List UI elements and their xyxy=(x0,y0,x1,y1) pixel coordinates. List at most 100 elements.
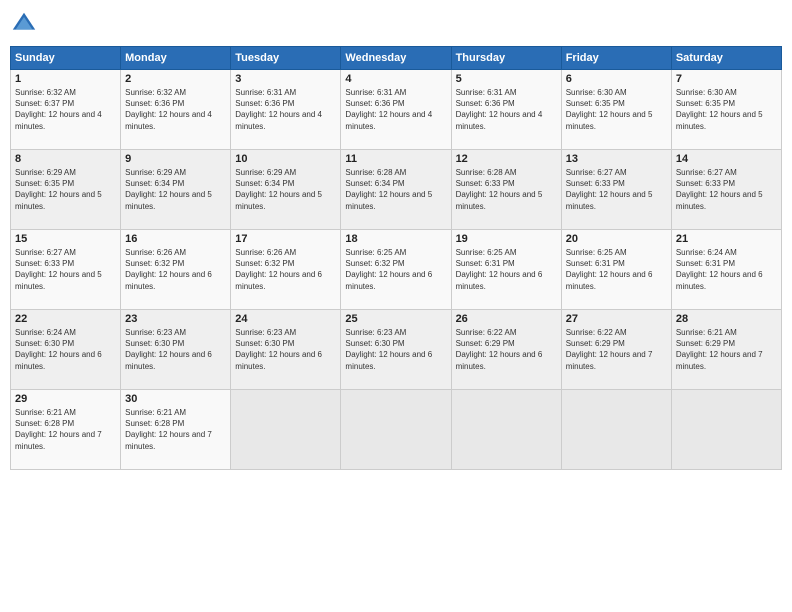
calendar-cell: 14 Sunrise: 6:27 AM Sunset: 6:33 PM Dayl… xyxy=(671,150,781,230)
header-thursday: Thursday xyxy=(451,47,561,70)
day-number: 17 xyxy=(235,233,336,245)
day-number: 27 xyxy=(566,313,667,325)
day-number: 24 xyxy=(235,313,336,325)
day-info: Sunrise: 6:29 AM Sunset: 6:35 PM Dayligh… xyxy=(15,167,116,212)
day-number: 8 xyxy=(15,153,116,165)
calendar-cell xyxy=(561,390,671,470)
calendar-cell: 24 Sunrise: 6:23 AM Sunset: 6:30 PM Dayl… xyxy=(231,310,341,390)
day-number: 15 xyxy=(15,233,116,245)
calendar-cell: 1 Sunrise: 6:32 AM Sunset: 6:37 PM Dayli… xyxy=(11,70,121,150)
calendar-cell: 2 Sunrise: 6:32 AM Sunset: 6:36 PM Dayli… xyxy=(121,70,231,150)
calendar-cell: 30 Sunrise: 6:21 AM Sunset: 6:28 PM Dayl… xyxy=(121,390,231,470)
calendar-cell xyxy=(231,390,341,470)
day-number: 18 xyxy=(345,233,446,245)
day-info: Sunrise: 6:26 AM Sunset: 6:32 PM Dayligh… xyxy=(125,247,226,292)
day-info: Sunrise: 6:23 AM Sunset: 6:30 PM Dayligh… xyxy=(235,327,336,372)
calendar-cell: 19 Sunrise: 6:25 AM Sunset: 6:31 PM Dayl… xyxy=(451,230,561,310)
day-info: Sunrise: 6:23 AM Sunset: 6:30 PM Dayligh… xyxy=(345,327,446,372)
day-info: Sunrise: 6:25 AM Sunset: 6:32 PM Dayligh… xyxy=(345,247,446,292)
day-number: 11 xyxy=(345,153,446,165)
day-number: 2 xyxy=(125,73,226,85)
day-info: Sunrise: 6:31 AM Sunset: 6:36 PM Dayligh… xyxy=(345,87,446,132)
day-info: Sunrise: 6:21 AM Sunset: 6:29 PM Dayligh… xyxy=(676,327,777,372)
calendar-cell: 29 Sunrise: 6:21 AM Sunset: 6:28 PM Dayl… xyxy=(11,390,121,470)
day-number: 9 xyxy=(125,153,226,165)
day-number: 26 xyxy=(456,313,557,325)
day-info: Sunrise: 6:29 AM Sunset: 6:34 PM Dayligh… xyxy=(235,167,336,212)
calendar-cell xyxy=(341,390,451,470)
day-info: Sunrise: 6:25 AM Sunset: 6:31 PM Dayligh… xyxy=(456,247,557,292)
day-info: Sunrise: 6:25 AM Sunset: 6:31 PM Dayligh… xyxy=(566,247,667,292)
day-number: 4 xyxy=(345,73,446,85)
day-info: Sunrise: 6:31 AM Sunset: 6:36 PM Dayligh… xyxy=(456,87,557,132)
header-sunday: Sunday xyxy=(11,47,121,70)
calendar-cell: 27 Sunrise: 6:22 AM Sunset: 6:29 PM Dayl… xyxy=(561,310,671,390)
calendar-cell: 13 Sunrise: 6:27 AM Sunset: 6:33 PM Dayl… xyxy=(561,150,671,230)
calendar-cell: 7 Sunrise: 6:30 AM Sunset: 6:35 PM Dayli… xyxy=(671,70,781,150)
calendar-cell: 4 Sunrise: 6:31 AM Sunset: 6:36 PM Dayli… xyxy=(341,70,451,150)
day-info: Sunrise: 6:24 AM Sunset: 6:30 PM Dayligh… xyxy=(15,327,116,372)
day-info: Sunrise: 6:28 AM Sunset: 6:34 PM Dayligh… xyxy=(345,167,446,212)
calendar-cell: 26 Sunrise: 6:22 AM Sunset: 6:29 PM Dayl… xyxy=(451,310,561,390)
day-info: Sunrise: 6:32 AM Sunset: 6:37 PM Dayligh… xyxy=(15,87,116,132)
calendar-cell: 15 Sunrise: 6:27 AM Sunset: 6:33 PM Dayl… xyxy=(11,230,121,310)
day-info: Sunrise: 6:27 AM Sunset: 6:33 PM Dayligh… xyxy=(676,167,777,212)
day-info: Sunrise: 6:27 AM Sunset: 6:33 PM Dayligh… xyxy=(566,167,667,212)
day-info: Sunrise: 6:30 AM Sunset: 6:35 PM Dayligh… xyxy=(676,87,777,132)
calendar-cell: 21 Sunrise: 6:24 AM Sunset: 6:31 PM Dayl… xyxy=(671,230,781,310)
calendar-cell: 8 Sunrise: 6:29 AM Sunset: 6:35 PM Dayli… xyxy=(11,150,121,230)
day-number: 20 xyxy=(566,233,667,245)
day-info: Sunrise: 6:29 AM Sunset: 6:34 PM Dayligh… xyxy=(125,167,226,212)
calendar-cell: 6 Sunrise: 6:30 AM Sunset: 6:35 PM Dayli… xyxy=(561,70,671,150)
week-row-1: 1 Sunrise: 6:32 AM Sunset: 6:37 PM Dayli… xyxy=(11,70,782,150)
week-row-4: 22 Sunrise: 6:24 AM Sunset: 6:30 PM Dayl… xyxy=(11,310,782,390)
calendar-cell: 17 Sunrise: 6:26 AM Sunset: 6:32 PM Dayl… xyxy=(231,230,341,310)
day-info: Sunrise: 6:23 AM Sunset: 6:30 PM Dayligh… xyxy=(125,327,226,372)
calendar-cell: 20 Sunrise: 6:25 AM Sunset: 6:31 PM Dayl… xyxy=(561,230,671,310)
calendar-cell: 18 Sunrise: 6:25 AM Sunset: 6:32 PM Dayl… xyxy=(341,230,451,310)
calendar-cell: 11 Sunrise: 6:28 AM Sunset: 6:34 PM Dayl… xyxy=(341,150,451,230)
header-tuesday: Tuesday xyxy=(231,47,341,70)
calendar-cell: 28 Sunrise: 6:21 AM Sunset: 6:29 PM Dayl… xyxy=(671,310,781,390)
calendar-cell: 22 Sunrise: 6:24 AM Sunset: 6:30 PM Dayl… xyxy=(11,310,121,390)
calendar-cell xyxy=(671,390,781,470)
day-number: 23 xyxy=(125,313,226,325)
day-number: 10 xyxy=(235,153,336,165)
day-number: 3 xyxy=(235,73,336,85)
day-number: 6 xyxy=(566,73,667,85)
calendar-table: SundayMondayTuesdayWednesdayThursdayFrid… xyxy=(10,46,782,470)
header-monday: Monday xyxy=(121,47,231,70)
day-number: 25 xyxy=(345,313,446,325)
day-number: 13 xyxy=(566,153,667,165)
week-row-2: 8 Sunrise: 6:29 AM Sunset: 6:35 PM Dayli… xyxy=(11,150,782,230)
day-info: Sunrise: 6:22 AM Sunset: 6:29 PM Dayligh… xyxy=(456,327,557,372)
day-info: Sunrise: 6:31 AM Sunset: 6:36 PM Dayligh… xyxy=(235,87,336,132)
calendar-cell: 3 Sunrise: 6:31 AM Sunset: 6:36 PM Dayli… xyxy=(231,70,341,150)
calendar-cell: 25 Sunrise: 6:23 AM Sunset: 6:30 PM Dayl… xyxy=(341,310,451,390)
day-info: Sunrise: 6:22 AM Sunset: 6:29 PM Dayligh… xyxy=(566,327,667,372)
day-number: 28 xyxy=(676,313,777,325)
logo xyxy=(10,10,42,38)
week-row-5: 29 Sunrise: 6:21 AM Sunset: 6:28 PM Dayl… xyxy=(11,390,782,470)
day-number: 29 xyxy=(15,393,116,405)
day-info: Sunrise: 6:21 AM Sunset: 6:28 PM Dayligh… xyxy=(15,407,116,452)
day-number: 5 xyxy=(456,73,557,85)
calendar-header-row: SundayMondayTuesdayWednesdayThursdayFrid… xyxy=(11,47,782,70)
calendar-cell: 5 Sunrise: 6:31 AM Sunset: 6:36 PM Dayli… xyxy=(451,70,561,150)
day-number: 7 xyxy=(676,73,777,85)
calendar-cell xyxy=(451,390,561,470)
day-number: 12 xyxy=(456,153,557,165)
day-number: 19 xyxy=(456,233,557,245)
day-number: 22 xyxy=(15,313,116,325)
header-saturday: Saturday xyxy=(671,47,781,70)
day-info: Sunrise: 6:32 AM Sunset: 6:36 PM Dayligh… xyxy=(125,87,226,132)
header-friday: Friday xyxy=(561,47,671,70)
day-info: Sunrise: 6:30 AM Sunset: 6:35 PM Dayligh… xyxy=(566,87,667,132)
day-info: Sunrise: 6:28 AM Sunset: 6:33 PM Dayligh… xyxy=(456,167,557,212)
calendar-cell: 16 Sunrise: 6:26 AM Sunset: 6:32 PM Dayl… xyxy=(121,230,231,310)
calendar-cell: 12 Sunrise: 6:28 AM Sunset: 6:33 PM Dayl… xyxy=(451,150,561,230)
day-info: Sunrise: 6:24 AM Sunset: 6:31 PM Dayligh… xyxy=(676,247,777,292)
logo-icon xyxy=(10,10,38,38)
calendar-cell: 9 Sunrise: 6:29 AM Sunset: 6:34 PM Dayli… xyxy=(121,150,231,230)
day-number: 1 xyxy=(15,73,116,85)
